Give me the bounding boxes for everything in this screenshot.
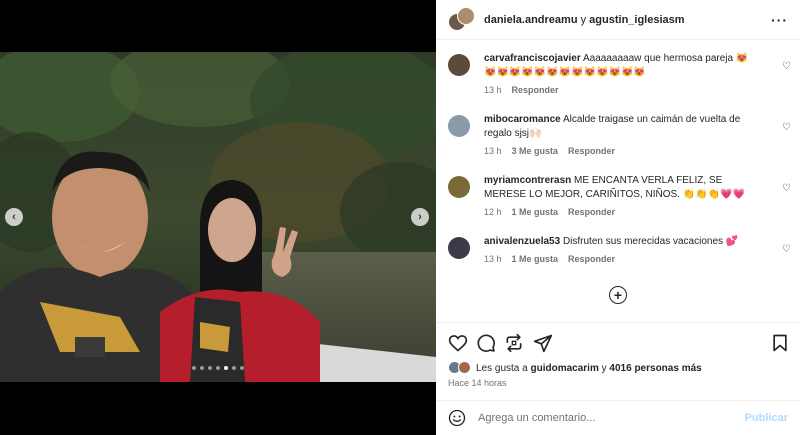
- likes-connector: y: [601, 362, 607, 374]
- chevron-right-icon[interactable]: ›: [411, 208, 429, 226]
- comment-text: Disfruten sus merecidas vacaciones 💕: [562, 236, 739, 247]
- heart-icon[interactable]: ♡: [782, 62, 792, 72]
- author-avatars[interactable]: [448, 6, 475, 33]
- comment-body: mibocaromance Alcalde traigase un caimán…: [484, 113, 752, 158]
- comment-meta: 13 h 3 Me gusta Responder: [484, 144, 752, 158]
- post-photo[interactable]: [0, 52, 436, 382]
- comment-likes[interactable]: 1 Me gusta: [512, 207, 559, 217]
- likes-count[interactable]: 4016 personas más: [609, 363, 701, 374]
- comment-likes[interactable]: 3 Me gusta: [512, 146, 559, 156]
- carousel-dot: [240, 366, 244, 370]
- reply-button[interactable]: Responder: [568, 146, 615, 156]
- comment-time[interactable]: 12 h: [484, 207, 502, 217]
- author-separator: y: [580, 13, 587, 26]
- avatar: [458, 361, 471, 374]
- photo-illustration: [0, 52, 436, 382]
- author-link-2[interactable]: agustin_iglesiasm: [589, 14, 684, 26]
- author-link-1[interactable]: daniela.andreamu: [484, 14, 578, 26]
- comment-icon[interactable]: [476, 333, 496, 353]
- send-icon[interactable]: [533, 333, 553, 353]
- reply-button[interactable]: Responder: [512, 85, 559, 95]
- likes-summary: Les gusta a guidomacarim y 4016 personas…: [448, 360, 788, 376]
- heart-icon[interactable]: [448, 333, 468, 353]
- comment-meta: 13 h Responder: [484, 83, 752, 97]
- comment-body: anivalenzuela53 Disfruten sus merecidas …: [484, 235, 752, 266]
- comment-body: myriamcontrerasn ME ENCANTA VERLA FELIZ,…: [484, 174, 752, 219]
- comment-username[interactable]: carvafranciscojavier: [484, 53, 581, 64]
- bookmark-icon[interactable]: [770, 333, 790, 353]
- emoji-icon[interactable]: [448, 409, 466, 427]
- add-comment-bar: Publicar: [436, 400, 800, 435]
- comment-input[interactable]: [478, 412, 745, 424]
- carousel-dot: [232, 366, 236, 370]
- post-sidebar: daniela.andreamu y agustin_iglesiasm ···…: [436, 0, 800, 435]
- carousel-dot: [192, 366, 196, 370]
- reply-button[interactable]: Responder: [568, 254, 615, 264]
- author-names: daniela.andreamu y agustin_iglesiasm: [484, 14, 771, 26]
- comment-time[interactable]: 13 h: [484, 85, 502, 95]
- avatar[interactable]: [448, 237, 470, 259]
- avatar[interactable]: [448, 54, 470, 76]
- avatar[interactable]: [448, 176, 470, 198]
- post-media: ‹ ›: [0, 0, 436, 435]
- avatar: [457, 6, 475, 25]
- carousel-dot: [200, 366, 204, 370]
- heart-icon[interactable]: ♡: [782, 184, 792, 194]
- reply-button[interactable]: Responder: [568, 207, 615, 217]
- comment-time[interactable]: 13 h: [484, 146, 502, 156]
- heart-icon[interactable]: ♡: [782, 123, 792, 133]
- carousel-dot: [216, 366, 220, 370]
- publish-button[interactable]: Publicar: [745, 412, 788, 424]
- comment-time[interactable]: 13 h: [484, 254, 502, 264]
- comment-likes[interactable]: 1 Me gusta: [512, 254, 559, 264]
- action-bar: [436, 322, 800, 362]
- heart-icon[interactable]: ♡: [782, 245, 792, 255]
- comment-username[interactable]: anivalenzuela53: [484, 236, 560, 247]
- plus-circle-icon[interactable]: +: [609, 286, 627, 304]
- comments-list: carvafranciscojavier Aaaaaaaaaw que herm…: [436, 40, 800, 320]
- repost-icon[interactable]: [504, 333, 524, 353]
- likes-prefix: Les gusta a: [476, 362, 528, 374]
- more-horizontal-icon[interactable]: ···: [771, 12, 788, 28]
- comment-meta: 13 h 1 Me gusta Responder: [484, 252, 752, 266]
- liker-avatars: [448, 361, 472, 375]
- avatar[interactable]: [448, 115, 470, 137]
- post-time[interactable]: Hace 14 horas: [448, 378, 507, 388]
- carousel-dot: [208, 366, 212, 370]
- comment-meta: 12 h 1 Me gusta Responder: [484, 205, 752, 219]
- carousel-dot: [224, 366, 228, 370]
- carousel-dots: [0, 366, 436, 370]
- chevron-left-icon[interactable]: ‹: [5, 208, 23, 226]
- comment-username[interactable]: mibocaromance: [484, 114, 561, 125]
- comment-username[interactable]: myriamcontrerasn: [484, 175, 571, 186]
- liker-link[interactable]: guidomacarim: [531, 363, 599, 374]
- comment-body: carvafranciscojavier Aaaaaaaaaw que herm…: [484, 52, 752, 97]
- post-header: daniela.andreamu y agustin_iglesiasm ···: [436, 0, 800, 40]
